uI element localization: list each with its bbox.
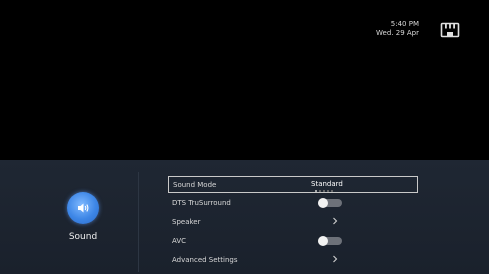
option-dots — [315, 190, 333, 192]
chevron-right-icon — [333, 217, 338, 225]
settings-panel: Sound Sound Mode Standard DTS TruSurroun… — [0, 160, 489, 274]
sound-menu: Sound Mode Standard DTS TruSurround Spea… — [168, 176, 422, 269]
menu-item-label: Advanced Settings — [172, 255, 238, 264]
category-label: Sound — [68, 232, 98, 242]
sound-category[interactable]: Sound — [58, 192, 108, 242]
toggle-knob — [318, 197, 328, 208]
menu-item-label: Sound Mode — [173, 180, 217, 189]
menu-item-advanced-settings[interactable]: Advanced Settings — [172, 250, 422, 269]
menu-item-label: DTS TruSurround — [172, 198, 231, 207]
clock-date: Wed. 29 Apr — [376, 29, 419, 37]
speaker-icon — [67, 192, 99, 224]
menu-item-label: AVC — [172, 236, 187, 245]
panel-divider — [138, 172, 139, 272]
menu-item-sound-mode[interactable]: Sound Mode Standard — [168, 176, 418, 193]
menu-item-dts-trusurround[interactable]: DTS TruSurround — [172, 193, 422, 212]
tv-screen: 5:40 PM Wed. 29 Apr Sound Sound Mode Sta… — [0, 0, 489, 274]
network-icon — [440, 22, 460, 38]
chevron-right-icon — [333, 255, 338, 263]
sound-mode-value: Standard — [311, 180, 343, 188]
avc-toggle[interactable] — [318, 235, 342, 246]
clock-status: 5:40 PM Wed. 29 Apr — [376, 20, 419, 38]
menu-item-speaker[interactable]: Speaker — [172, 212, 422, 231]
clock-time: 5:40 PM — [390, 20, 419, 28]
menu-item-label: Speaker — [172, 217, 201, 226]
dts-toggle[interactable] — [318, 197, 342, 208]
toggle-knob — [318, 235, 328, 246]
menu-item-avc[interactable]: AVC — [172, 231, 422, 250]
